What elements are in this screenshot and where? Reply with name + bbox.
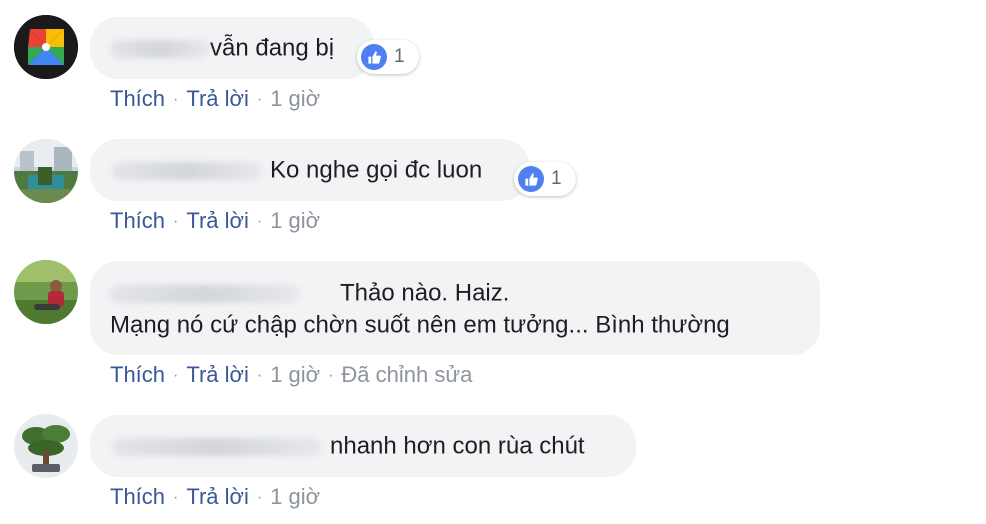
like-icon <box>361 44 387 70</box>
separator-dot: · <box>173 213 179 231</box>
blurred-author-name[interactable] <box>110 39 210 58</box>
blurred-author-name[interactable] <box>110 284 300 303</box>
comment-actions: Thích · Trả lời · 1 giờ <box>110 484 320 511</box>
like-icon <box>518 166 544 192</box>
reaction-count: 1 <box>551 168 562 189</box>
like-link[interactable]: Thích <box>110 362 165 387</box>
comment-bubble: nhanh hơn con rùa chút <box>90 415 636 477</box>
reaction-badge[interactable]: 1 <box>357 40 419 74</box>
comment-actions: Thích · Trả lời · 1 giờ <box>110 208 320 235</box>
separator-dot: · <box>256 489 263 507</box>
comment-text: nhanh hơn con rùa chút <box>330 432 585 460</box>
comment-text: Ko nghe gọi đc luon <box>270 156 483 184</box>
timestamp-link[interactable]: 1 giờ <box>270 484 320 509</box>
separator-dot: · <box>256 367 263 385</box>
like-link[interactable]: Thích <box>110 86 165 111</box>
avatar[interactable] <box>14 139 78 203</box>
blurred-author-name[interactable] <box>112 161 262 180</box>
avatar[interactable] <box>14 414 78 478</box>
timestamp-link[interactable]: 1 giờ <box>270 208 320 233</box>
separator-dot: · <box>173 367 179 385</box>
blurred-author-name[interactable] <box>112 437 322 456</box>
separator-dot: · <box>173 489 179 507</box>
comment-text-line1: Thảo nào. Haiz. <box>340 279 510 307</box>
reply-link[interactable]: Trả lời <box>186 86 249 111</box>
comment-bubble: Thảo nào. Haiz. Mạng nó cứ chập chờn suố… <box>90 261 820 355</box>
reply-link[interactable]: Trả lời <box>186 208 249 233</box>
comment-text: vẫn đang bị <box>210 34 335 62</box>
separator-dot: · <box>328 367 334 385</box>
bonsai-photo-icon <box>14 414 78 478</box>
edited-label[interactable]: Đã chỉnh sửa <box>341 362 472 387</box>
pinwheel-logo-icon <box>14 15 78 79</box>
comment-text-line2: Mạng nó cứ chập chờn suốt nên em tưởng..… <box>110 311 730 339</box>
comment-actions: Thích · Trả lời · 1 giờ · Đã chỉnh sửa <box>110 362 472 389</box>
comment-actions: Thích · Trả lời · 1 giờ <box>110 86 320 113</box>
reaction-count: 1 <box>394 46 405 67</box>
reply-link[interactable]: Trả lời <box>186 362 249 387</box>
like-link[interactable]: Thích <box>110 484 165 509</box>
separator-dot: · <box>256 91 263 109</box>
timestamp-link[interactable]: 1 giờ <box>270 86 320 111</box>
comment-bubble: vẫn đang bị <box>90 17 374 79</box>
timestamp-link[interactable]: 1 giờ <box>270 362 320 387</box>
avatar[interactable] <box>14 260 78 324</box>
reaction-badge[interactable]: 1 <box>514 162 576 196</box>
avatar[interactable] <box>14 15 78 79</box>
separator-dot: · <box>256 213 263 231</box>
person-photo-icon <box>14 260 78 324</box>
landscape-photo-icon <box>14 139 78 203</box>
separator-dot: · <box>173 91 179 109</box>
like-link[interactable]: Thích <box>110 208 165 233</box>
reply-link[interactable]: Trả lời <box>186 484 249 509</box>
comment-bubble: Ko nghe gọi đc luon <box>90 139 530 201</box>
